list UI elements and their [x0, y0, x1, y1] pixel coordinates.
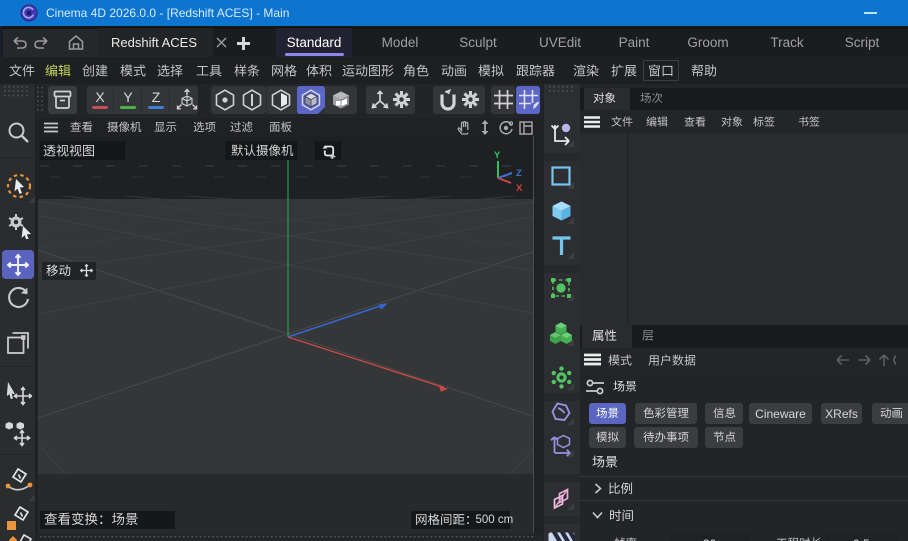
svg-text:Y: Y	[494, 150, 501, 161]
svg-text:X: X	[516, 183, 523, 192]
svg-text:Z: Z	[516, 168, 522, 179]
